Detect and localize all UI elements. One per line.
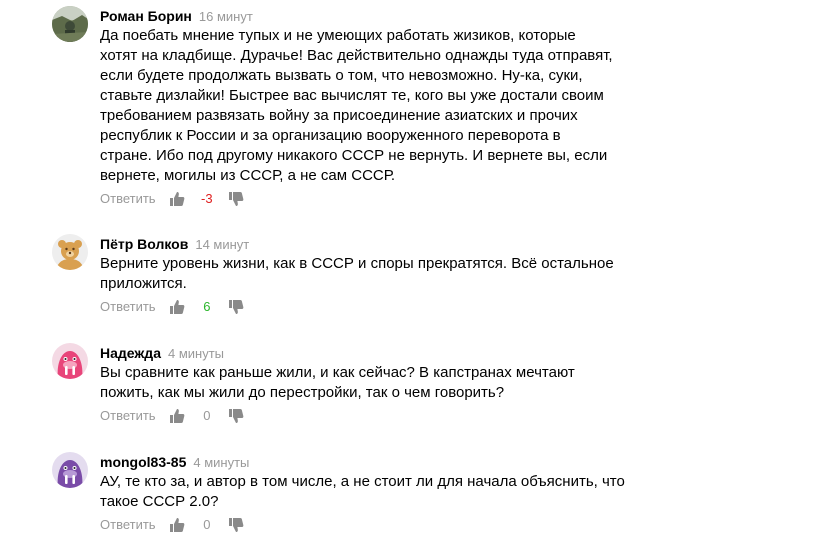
thumbs-up-icon[interactable]: [169, 299, 185, 315]
text-line: приложится.: [100, 275, 187, 292]
text-line: пожить, как мы жили до перестройки, так …: [100, 384, 505, 401]
thumbs-down-icon[interactable]: [228, 517, 244, 533]
comment-actions: Ответить 0: [100, 405, 800, 425]
text-line: вернете, могилы из СССР, а не сам СССР.: [100, 167, 396, 184]
author-name[interactable]: mongol83-85: [100, 454, 186, 470]
comment-body: Пётр Волков 14 минут Верните уровень жизн…: [100, 234, 800, 316]
reply-button[interactable]: Ответить: [100, 189, 156, 209]
comment-time[interactable]: 4 минуты: [168, 346, 224, 361]
comment-actions: Ответить 6: [100, 296, 800, 316]
thumbs-down-icon[interactable]: [228, 408, 244, 424]
text-line: требованием развязать войну за присоедин…: [100, 107, 578, 124]
reply-button[interactable]: Ответить: [100, 515, 156, 535]
comment-text: Вы сравните как раньше жили, и как сейча…: [100, 363, 800, 403]
text-line: Да поебать мнение тупых и не умеющих раб…: [100, 27, 576, 44]
comment-body: Надежда 4 минуты Вы сравните как раньше ж…: [100, 343, 800, 425]
comment-time[interactable]: 16 минут: [199, 9, 253, 24]
reply-button[interactable]: Ответить: [100, 406, 156, 426]
author-name[interactable]: Надежда: [100, 345, 161, 361]
comment-text: Верните уровень жизни, как в СССР и спор…: [100, 254, 800, 294]
text-line: хотят на кладбище. Дурачье! Вас действит…: [100, 47, 613, 64]
walrus-avatar-icon[interactable]: [52, 452, 88, 488]
comment-text: Да поебать мнение тупых и не умеющих раб…: [100, 26, 800, 186]
text-line: АУ, те кто за, и автор в том числе, а не…: [100, 473, 625, 490]
comment-actions: Ответить 0: [100, 514, 800, 534]
comment-time[interactable]: 4 минуты: [193, 455, 249, 470]
bear-avatar-icon[interactable]: [52, 234, 88, 270]
vote-score: 0: [203, 407, 211, 423]
text-line: ставьте дизлайки! Быстрее вас вычислят т…: [100, 87, 604, 104]
text-line: Верните уровень жизни, как в СССР и спор…: [100, 255, 614, 272]
text-line: стране. Ибо под другому никакого СССР не…: [100, 147, 608, 164]
text-line: если будете продолжать вызвать о том, чт…: [100, 67, 583, 84]
author-name[interactable]: Роман Борин: [100, 8, 192, 24]
thumbs-up-icon[interactable]: [169, 191, 185, 207]
photo-avatar-icon[interactable]: [52, 6, 88, 42]
text-line: Вы сравните как раньше жили, и как сейча…: [100, 364, 575, 381]
thumbs-up-icon[interactable]: [169, 517, 185, 533]
comment-body: Роман Борин 16 минут Да поебать мнение ту…: [100, 6, 800, 208]
vote-score: 0: [203, 516, 211, 532]
text-line: такое СССР 2.0?: [100, 493, 219, 510]
thumbs-down-icon[interactable]: [228, 299, 244, 315]
comment-text: АУ, те кто за, и автор в том числе, а не…: [100, 472, 800, 512]
author-name[interactable]: Пётр Волков: [100, 236, 188, 252]
walrus-avatar-icon[interactable]: [52, 343, 88, 379]
reply-button[interactable]: Ответить: [100, 297, 156, 317]
thumbs-down-icon[interactable]: [228, 191, 244, 207]
vote-score: -3: [201, 190, 213, 206]
vote-score: 6: [203, 298, 211, 314]
comment-actions: Ответить -3: [100, 188, 800, 208]
text-line: республик к России и за организацию воор…: [100, 127, 561, 144]
comment-time[interactable]: 14 минут: [195, 237, 249, 252]
thumbs-up-icon[interactable]: [169, 408, 185, 424]
comment-body: mongol83-85 4 минуты АУ, те кто за, и авт…: [100, 452, 800, 534]
